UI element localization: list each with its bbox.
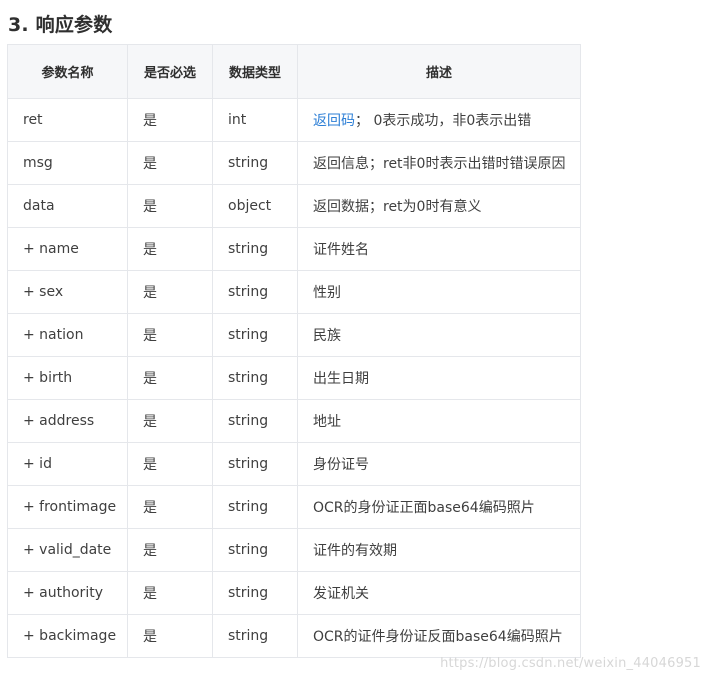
param-name-cell: ret <box>7 98 128 142</box>
required-cell: 是 <box>127 98 213 142</box>
type-cell: string <box>212 227 298 271</box>
param-name-cell: + birth <box>7 356 128 400</box>
required-cell: 是 <box>127 313 213 357</box>
table-row: + backimage 是 string OCR的证件身份证反面base64编码… <box>7 614 581 658</box>
type-cell: string <box>212 528 298 572</box>
header-required: 是否必选 <box>127 44 213 99</box>
description-cell: 证件的有效期 <box>297 528 581 572</box>
description-cell: 民族 <box>297 313 581 357</box>
required-cell: 是 <box>127 571 213 615</box>
description-cell: OCR的身份证正面base64编码照片 <box>297 485 581 529</box>
type-cell: int <box>212 98 298 142</box>
type-cell: string <box>212 442 298 486</box>
param-name-cell: + name <box>7 227 128 271</box>
param-name-cell: + valid_date <box>7 528 128 572</box>
required-cell: 是 <box>127 442 213 486</box>
param-name-cell: + backimage <box>7 614 128 658</box>
type-cell: string <box>212 270 298 314</box>
description-cell: 身份证号 <box>297 442 581 486</box>
description-cell: 返回码； 0表示成功，非0表示出错 <box>297 98 581 142</box>
required-cell: 是 <box>127 485 213 529</box>
table-row: + valid_date 是 string 证件的有效期 <box>7 528 581 572</box>
table-row: + authority 是 string 发证机关 <box>7 571 581 615</box>
table-row: + nation 是 string 民族 <box>7 313 581 357</box>
param-name-cell: + nation <box>7 313 128 357</box>
table-row: + frontimage 是 string OCR的身份证正面base64编码照… <box>7 485 581 529</box>
description-cell: 证件姓名 <box>297 227 581 271</box>
header-param-name: 参数名称 <box>7 44 128 99</box>
table-row: + address 是 string 地址 <box>7 399 581 443</box>
required-cell: 是 <box>127 614 213 658</box>
table-row: + birth 是 string 出生日期 <box>7 356 581 400</box>
header-data-type: 数据类型 <box>212 44 298 99</box>
param-name-cell: msg <box>7 141 128 185</box>
table-row: data 是 object 返回数据；ret为0时有意义 <box>7 184 581 228</box>
description-cell: 返回数据；ret为0时有意义 <box>297 184 581 228</box>
type-cell: object <box>212 184 298 228</box>
table-row: ret 是 int 返回码； 0表示成功，非0表示出错 <box>7 98 581 142</box>
description-cell: 发证机关 <box>297 571 581 615</box>
table-header-row: 参数名称 是否必选 数据类型 描述 <box>7 44 581 99</box>
description-cell: 性别 <box>297 270 581 314</box>
response-params-table: 参数名称 是否必选 数据类型 描述 ret 是 int 返回码； 0表示成功，非… <box>7 44 581 658</box>
type-cell: string <box>212 485 298 529</box>
required-cell: 是 <box>127 270 213 314</box>
param-name-cell: + id <box>7 442 128 486</box>
description-cell: 地址 <box>297 399 581 443</box>
watermark-url: https://blog.csdn.net/weixin_44046951 <box>440 656 701 671</box>
param-name-cell: + address <box>7 399 128 443</box>
description-cell: OCR的证件身份证反面base64编码照片 <box>297 614 581 658</box>
param-name-cell: + authority <box>7 571 128 615</box>
required-cell: 是 <box>127 528 213 572</box>
type-cell: string <box>212 571 298 615</box>
required-cell: 是 <box>127 141 213 185</box>
type-cell: string <box>212 313 298 357</box>
type-cell: string <box>212 399 298 443</box>
description-cell: 出生日期 <box>297 356 581 400</box>
return-code-link[interactable]: 返回码 <box>313 113 355 129</box>
param-name-cell: + sex <box>7 270 128 314</box>
param-name-cell: + frontimage <box>7 485 128 529</box>
header-description: 描述 <box>297 44 581 99</box>
required-cell: 是 <box>127 399 213 443</box>
table-row: + sex 是 string 性别 <box>7 270 581 314</box>
table-row: + id 是 string 身份证号 <box>7 442 581 486</box>
required-cell: 是 <box>127 356 213 400</box>
description-text: ； 0表示成功，非0表示出错 <box>355 113 532 129</box>
param-name-cell: data <box>7 184 128 228</box>
required-cell: 是 <box>127 184 213 228</box>
table-row: + name 是 string 证件姓名 <box>7 227 581 271</box>
type-cell: string <box>212 141 298 185</box>
description-cell: 返回信息；ret非0时表示出错时错误原因 <box>297 141 581 185</box>
table-row: msg 是 string 返回信息；ret非0时表示出错时错误原因 <box>7 141 581 185</box>
type-cell: string <box>212 356 298 400</box>
required-cell: 是 <box>127 227 213 271</box>
type-cell: string <box>212 614 298 658</box>
section-title: 3. 响应参数 <box>8 14 113 36</box>
